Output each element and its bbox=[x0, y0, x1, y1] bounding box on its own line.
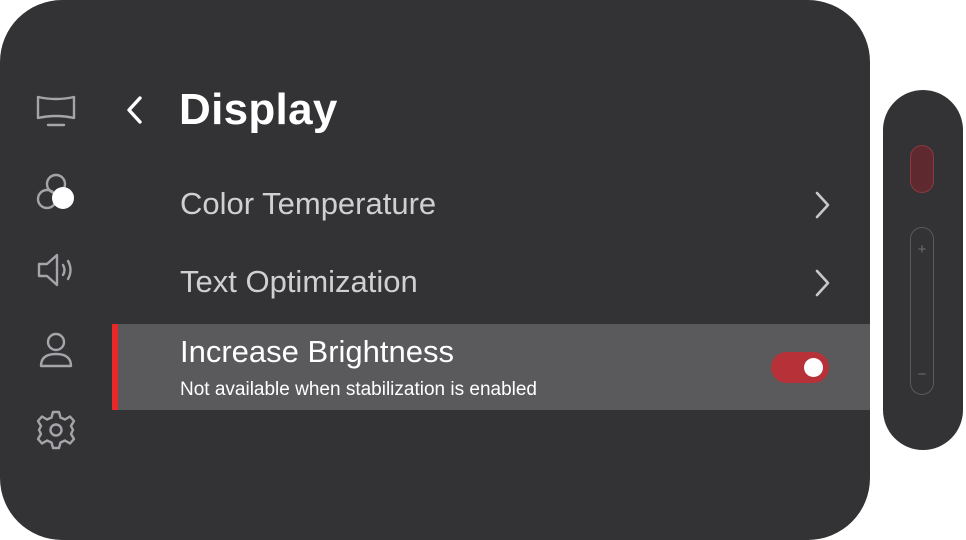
chevron-right-icon bbox=[810, 266, 834, 300]
brightness-toggle[interactable] bbox=[771, 352, 829, 383]
gear-icon[interactable] bbox=[34, 408, 78, 452]
stage: Display Color Temperature Text Optimizat… bbox=[0, 0, 966, 540]
chevron-right-icon bbox=[810, 188, 834, 222]
toggle-knob bbox=[804, 358, 823, 377]
menu-item-text-optimization[interactable]: Text Optimization bbox=[112, 252, 870, 314]
chevron-left-icon bbox=[127, 96, 142, 124]
menu-item-label: Color Temperature bbox=[180, 186, 437, 221]
color-circles-icon[interactable] bbox=[34, 170, 78, 214]
side-remote: + − bbox=[883, 90, 963, 450]
menu-item-increase-brightness[interactable]: Increase Brightness Not available when s… bbox=[112, 324, 870, 410]
menu-item-subtitle: Not available when stabilization is enab… bbox=[180, 379, 538, 400]
tv-display-icon[interactable] bbox=[34, 88, 78, 132]
volume-rocker[interactable]: + − bbox=[910, 227, 934, 395]
page-header: Display bbox=[118, 84, 338, 136]
back-button[interactable] bbox=[118, 90, 152, 130]
volume-up-icon[interactable]: + bbox=[911, 242, 933, 257]
menu-item-color-temperature[interactable]: Color Temperature bbox=[112, 174, 870, 236]
power-button[interactable] bbox=[910, 145, 934, 193]
menu-item-label: Increase Brightness bbox=[180, 334, 454, 369]
volume-down-icon[interactable]: − bbox=[911, 367, 933, 382]
user-profile-icon[interactable] bbox=[34, 328, 78, 372]
page-title: Display bbox=[179, 85, 338, 134]
speaker-volume-icon[interactable] bbox=[34, 248, 78, 292]
menu-item-label: Text Optimization bbox=[180, 264, 418, 299]
settings-panel: Display Color Temperature Text Optimizat… bbox=[0, 0, 870, 540]
selection-accent-bar bbox=[112, 324, 118, 410]
